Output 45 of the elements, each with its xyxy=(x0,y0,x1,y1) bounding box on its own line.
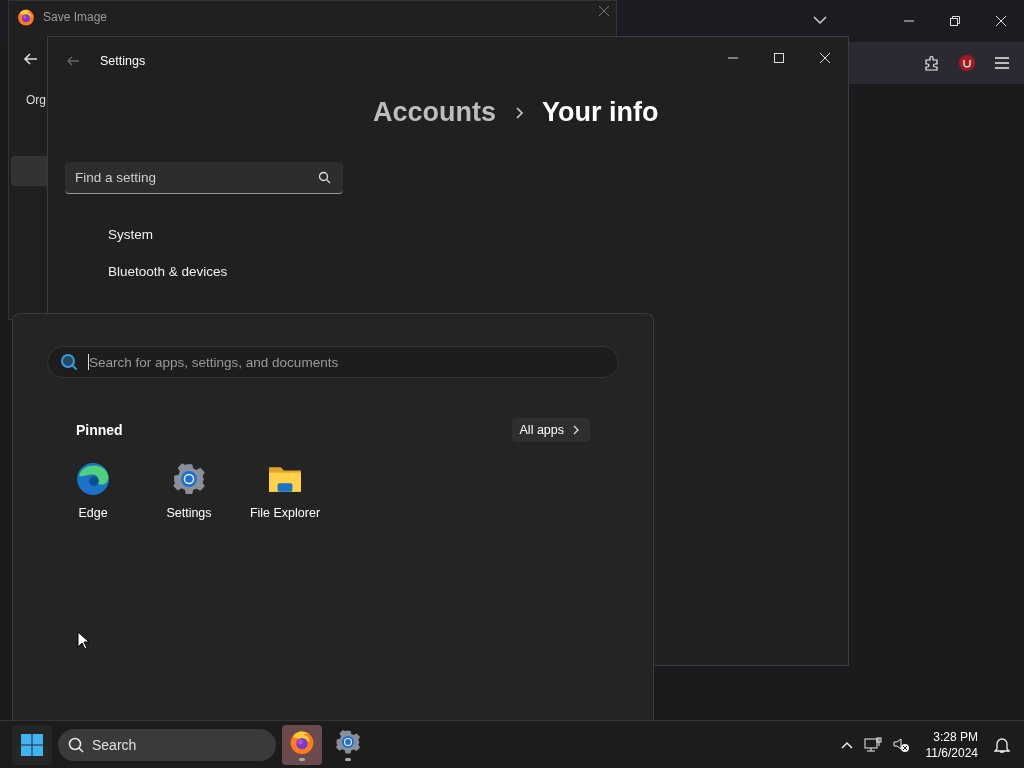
section-title: Pinned xyxy=(76,422,123,438)
close-icon xyxy=(995,15,1007,27)
pinned-app[interactable]: Settings xyxy=(141,462,237,520)
maximize-icon xyxy=(773,52,785,64)
all-apps-button[interactable]: All apps xyxy=(511,418,590,442)
chevron-right-icon xyxy=(514,105,525,120)
chevron-right-icon xyxy=(572,425,580,435)
toolbar-label[interactable]: Org xyxy=(26,93,46,107)
search-field[interactable]: Search xyxy=(58,728,276,761)
pinned-app[interactable]: File Explorer xyxy=(237,462,333,520)
taskbar-app[interactable] xyxy=(282,724,322,765)
chevron-up-icon[interactable] xyxy=(839,739,854,750)
breadcrumb-item[interactable]: Accounts xyxy=(373,97,497,128)
back-arrow-icon xyxy=(23,51,39,67)
menu-icon[interactable] xyxy=(994,56,1010,70)
restore-icon xyxy=(949,15,961,27)
shield-icon[interactable] xyxy=(958,54,976,72)
clock-time[interactable]: 3:28 PM xyxy=(933,729,978,744)
bell-icon[interactable] xyxy=(994,735,1010,754)
clock-date[interactable]: 11/6/2024 xyxy=(925,745,978,760)
firefox-icon xyxy=(289,728,315,755)
search-icon xyxy=(60,353,78,371)
speaker-muted-icon[interactable] xyxy=(891,736,910,753)
close-icon[interactable] xyxy=(598,5,610,17)
network-icon[interactable] xyxy=(863,736,882,753)
nav-item[interactable]: Bluetooth & devices xyxy=(108,264,848,279)
windows-logo-icon xyxy=(21,733,43,756)
gear-icon xyxy=(335,728,361,755)
breadcrumb-item: Your info xyxy=(542,97,659,128)
search-icon xyxy=(68,736,84,753)
search-icon xyxy=(318,171,331,184)
search-field[interactable]: Search for apps, settings, and documents xyxy=(47,346,619,378)
puzzle-icon[interactable] xyxy=(924,55,940,71)
window-title: Settings xyxy=(100,54,146,68)
window-title: Save Image xyxy=(43,10,108,24)
firefox-icon xyxy=(17,8,35,26)
start-button[interactable] xyxy=(12,724,52,765)
edge-icon xyxy=(76,462,110,496)
nav-item[interactable]: System xyxy=(108,227,848,242)
gear-icon xyxy=(172,462,206,496)
close-icon xyxy=(819,52,831,64)
pinned-app[interactable]: Edge xyxy=(45,462,141,520)
back-arrow-icon xyxy=(66,54,80,68)
cursor-icon xyxy=(77,631,89,650)
search-field[interactable]: Find a setting xyxy=(65,162,343,194)
